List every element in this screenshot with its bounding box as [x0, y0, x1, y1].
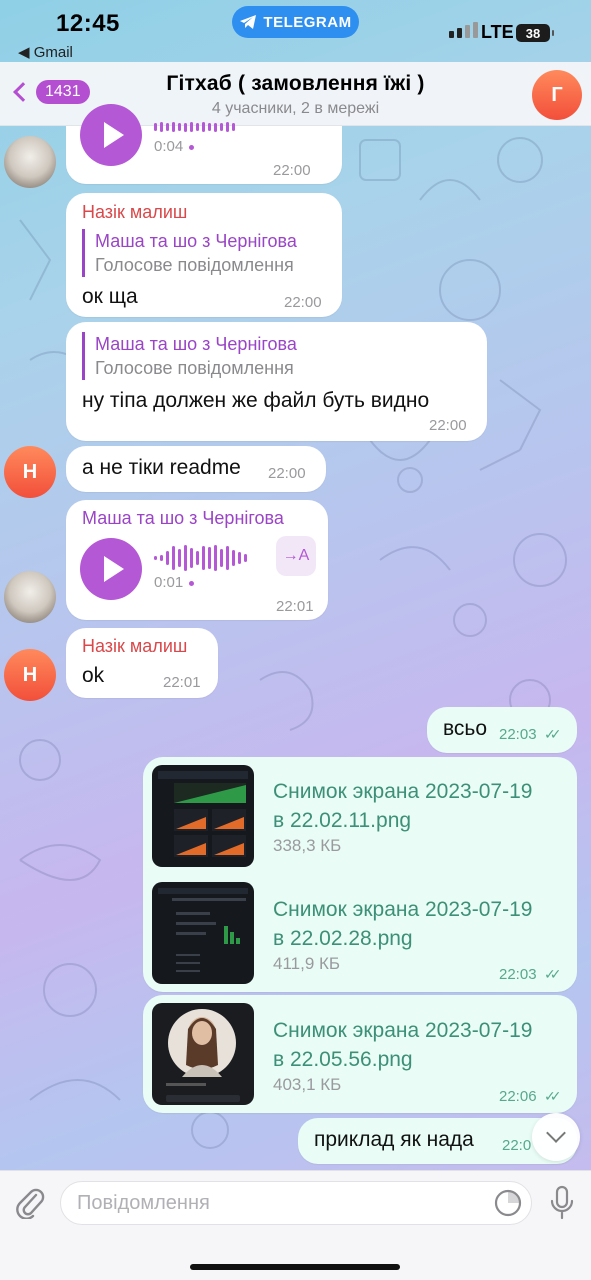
avatar[interactable] [4, 571, 56, 623]
voice-duration: 0:04 [154, 138, 195, 155]
outgoing-message-bubble[interactable]: всьо 22:03 ✓✓ [427, 707, 577, 753]
avatar[interactable]: Н [4, 446, 56, 498]
message-text: всьо [443, 717, 488, 740]
message-text: ну тіпа должен же файл буть видно [82, 389, 430, 412]
reply-text: Голосове повідомлення [95, 255, 294, 275]
reply-author: Маша та шо з Чернігова [95, 334, 297, 354]
scroll-to-bottom-button[interactable] [532, 1113, 580, 1161]
voice-duration: 0:01 [154, 574, 195, 591]
sender-name[interactable]: Назік малиш [82, 636, 187, 657]
attach-icon[interactable] [14, 1185, 46, 1219]
message-time: 22:01 [163, 674, 201, 691]
message-text: ok [82, 664, 105, 687]
message-time: 22:0 [502, 1137, 532, 1154]
message-input-placeholder: Повідомлення [77, 1192, 210, 1214]
reply-quote[interactable]: Маша та шо з Чернігова Голосове повідомл… [82, 332, 297, 380]
message-bubble[interactable]: Назік малиш ok 22:01 [66, 628, 218, 698]
reply-quote[interactable]: Маша та шо з Чернігова Голосове повідомл… [82, 229, 297, 277]
message-time: 22:00 [268, 465, 306, 482]
outgoing-files-bubble[interactable]: Снимок экрана 2023-07-19 в 22.02.11.png 3… [143, 757, 577, 992]
voice-waveform[interactable] [154, 544, 247, 572]
message-bubble[interactable]: а не тіки readme 22:00 [66, 446, 326, 492]
file-name[interactable]: Снимок экрана 2023-07-19 в 22.05.56.png [273, 1016, 532, 1074]
sticker-icon[interactable] [494, 1189, 522, 1217]
message-time: 22:00 [284, 294, 322, 311]
telegram-pill[interactable]: TELEGRAM [232, 6, 359, 38]
group-avatar[interactable]: Г [532, 70, 582, 120]
message-time: 22:00 [429, 417, 467, 434]
message-bubble[interactable]: Маша та шо з Чернігова Голосове повідомл… [66, 322, 487, 441]
voice-message-bubble: 0:04 22:00 [66, 104, 342, 184]
voice-message-bubble[interactable]: Маша та шо з Чернігова 0:01 →A 22:01 [66, 500, 328, 620]
file-thumbnail[interactable] [152, 882, 254, 984]
network-type: LTE [481, 22, 514, 42]
profile-photo-preview-icon [166, 1009, 240, 1102]
screenshot-preview-icon [158, 771, 248, 857]
message-time: 22:01 [276, 598, 314, 615]
telegram-icon [240, 15, 257, 29]
play-icon[interactable] [80, 104, 142, 166]
back-to-app-link[interactable]: ◀ Gmail [18, 43, 73, 61]
reply-text: Голосове повідомлення [95, 358, 294, 378]
play-icon[interactable] [80, 538, 142, 600]
battery-icon: 38 [516, 24, 554, 42]
message-text: ок ща [82, 285, 138, 308]
voice-waveform[interactable] [154, 122, 235, 132]
message-time: 22:03 [499, 966, 537, 983]
file-thumbnail[interactable] [152, 1003, 254, 1105]
transcribe-icon[interactable]: →A [276, 536, 316, 576]
message-text: приклад як нада [314, 1128, 474, 1151]
file-thumbnail[interactable] [152, 765, 254, 867]
clock: 12:45 [56, 10, 120, 37]
chat-title[interactable]: Гітхаб ( замовлення їжі ) [0, 72, 591, 96]
home-indicator [190, 1264, 400, 1270]
file-size: 338,3 КБ [273, 836, 342, 855]
message-text: а не тіки readme [82, 456, 241, 479]
avatar[interactable]: Н [4, 649, 56, 701]
message-time: 22:06 [499, 1088, 537, 1105]
sender-name[interactable]: Назік малиш [82, 202, 187, 223]
sender-name[interactable]: Маша та шо з Чернігова [82, 508, 284, 529]
file-name[interactable]: Снимок экрана 2023-07-19 в 22.02.11.png [273, 777, 532, 835]
file-size: 411,9 КБ [273, 954, 341, 973]
read-checks-icon: ✓✓ [544, 966, 562, 982]
file-size: 403,1 КБ [273, 1075, 342, 1094]
read-checks-icon: ✓✓ [544, 726, 562, 742]
message-time: 22:03 [499, 726, 537, 743]
telegram-pill-label: TELEGRAM [263, 13, 352, 31]
message-time: 22:00 [273, 162, 311, 179]
reply-author: Маша та шо з Чернігова [95, 231, 297, 251]
message-input[interactable]: Повідомлення [60, 1181, 532, 1225]
message-input-bar: Повідомлення [0, 1170, 591, 1280]
outgoing-files-bubble[interactable]: Снимок экрана 2023-07-19 в 22.05.56.png 4… [143, 995, 577, 1113]
avatar[interactable] [4, 136, 56, 188]
signal-icon [449, 22, 478, 38]
mic-icon[interactable] [549, 1185, 575, 1221]
screenshot-preview-icon [158, 888, 248, 972]
message-bubble[interactable]: Назік малиш Маша та шо з Чернігова Голос… [66, 193, 342, 317]
file-name[interactable]: Снимок экрана 2023-07-19 в 22.02.28.png [273, 895, 532, 953]
read-checks-icon: ✓✓ [544, 1088, 562, 1104]
status-bar: 12:45 ◀ Gmail TELEGRAM LTE 38 [0, 0, 591, 62]
